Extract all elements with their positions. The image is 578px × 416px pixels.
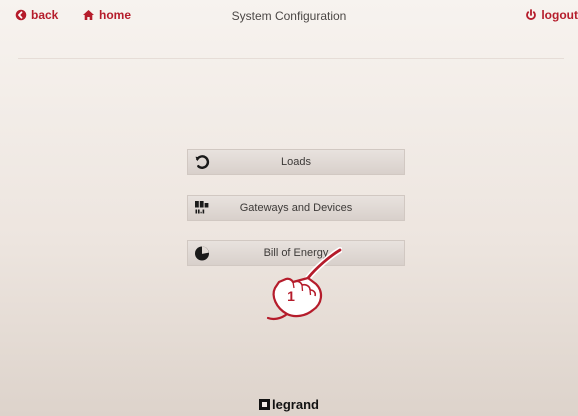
legrand-logo: legrand (0, 397, 578, 412)
legrand-logo-square (259, 399, 271, 410)
loads-button[interactable]: Loads (187, 149, 405, 175)
power-icon (525, 9, 537, 21)
step-number-callout: 1 (287, 288, 295, 304)
gateways-devices-button[interactable]: Gateways and Devices (187, 195, 405, 221)
logout-button[interactable]: logout (525, 8, 578, 22)
top-bar: back home System Configuration logout (0, 0, 578, 30)
loads-label: Loads (281, 156, 311, 168)
brand-text: legrand (272, 397, 319, 412)
logout-label: logout (541, 8, 578, 22)
gateways-devices-label: Gateways and Devices (239, 202, 353, 214)
page-title: System Configuration (231, 9, 347, 23)
header-divider (18, 58, 564, 59)
pointing-hand-icon (258, 244, 343, 326)
